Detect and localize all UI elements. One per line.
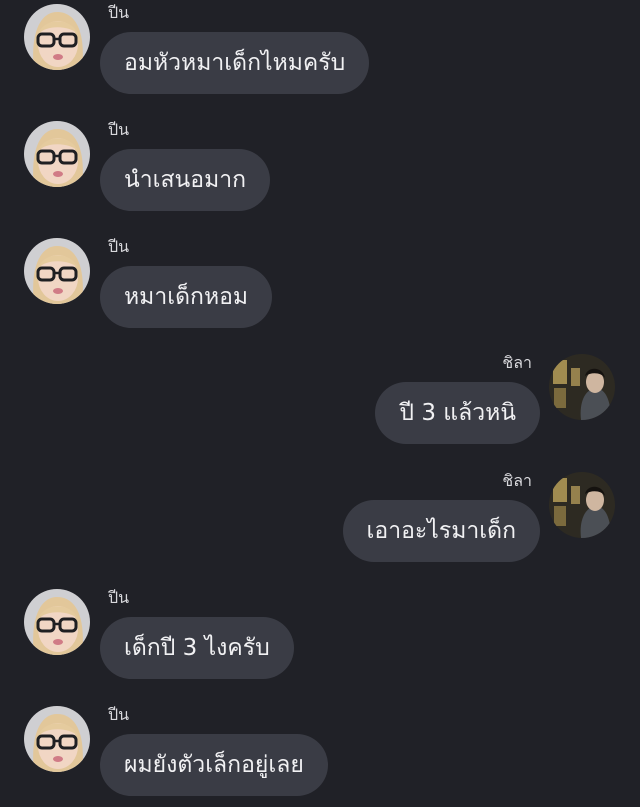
message-bubble[interactable]: นำเสนอมาก: [100, 149, 271, 211]
avatar-icon[interactable]: [549, 354, 615, 420]
message-bubble[interactable]: หมาเด็กหอม: [100, 266, 273, 328]
message-bubble[interactable]: อมหัวหมาเด็กไหมครับ: [100, 32, 370, 94]
avatar-icon[interactable]: [24, 706, 90, 772]
message-bubble[interactable]: ผมยังตัวเล็กอยู่เลย: [100, 734, 328, 796]
sender-name: ปีน: [108, 237, 130, 256]
avatar-icon[interactable]: [24, 238, 90, 304]
sender-name: ปีน: [108, 588, 130, 607]
message-bubble[interactable]: ปี 3 แล้วหนิ: [375, 382, 540, 444]
avatar-icon[interactable]: [549, 472, 615, 538]
sender-name: ปีน: [108, 120, 130, 139]
avatar-icon[interactable]: [24, 4, 90, 70]
sender-name: ปีน: [108, 705, 130, 724]
message-bubble[interactable]: เด็กปี 3 ไงครับ: [100, 617, 294, 679]
sender-name: ชิลา: [502, 353, 532, 372]
avatar-icon[interactable]: [24, 121, 90, 187]
message-bubble[interactable]: เอาอะไรมาเด็ก: [342, 500, 540, 562]
sender-name: ปีน: [108, 3, 130, 22]
chat-thread: ปีน อมหัวหมาเด็กไหมครับ ปีน นำเสนอมาก ปี…: [0, 0, 640, 807]
sender-name: ชิลา: [502, 471, 532, 490]
avatar-icon[interactable]: [24, 589, 90, 655]
